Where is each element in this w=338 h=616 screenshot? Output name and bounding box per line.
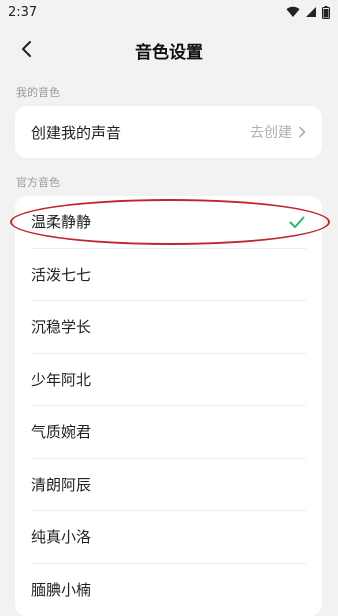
- signal-icon: [305, 6, 317, 18]
- checkmark-icon: [288, 213, 306, 231]
- voice-item[interactable]: 纯真小洛: [31, 511, 306, 564]
- official-voice-list: 温柔静静 活泼七七 沉稳学长 少年阿北 气质婉君 清朗阿辰 纯真小洛 腼腆小楠: [15, 196, 322, 616]
- voice-item[interactable]: 腼腆小楠: [31, 564, 306, 616]
- chevron-right-icon: [298, 126, 306, 138]
- wifi-icon: [286, 6, 300, 18]
- status-time: 2:37: [8, 5, 37, 20]
- page-title: 音色设置: [0, 38, 338, 63]
- voice-item[interactable]: 气质婉君: [31, 406, 306, 459]
- create-voice-label: 创建我的声音: [31, 122, 121, 143]
- voice-item[interactable]: 清朗阿辰: [31, 459, 306, 512]
- battery-icon: [322, 6, 330, 19]
- voice-name: 气质婉君: [31, 421, 91, 442]
- voice-item[interactable]: 温柔静静: [31, 196, 306, 249]
- voice-name: 纯真小洛: [31, 526, 91, 547]
- voice-name: 活泼七七: [31, 264, 91, 285]
- voice-item[interactable]: 沉稳学长: [31, 301, 306, 354]
- status-bar: 2:37: [0, 0, 338, 24]
- section-label-my-voice: 我的音色: [16, 84, 60, 100]
- status-icons: [286, 6, 330, 19]
- voice-name: 清朗阿辰: [31, 474, 91, 495]
- my-voice-card: 创建我的声音 去创建: [15, 106, 322, 158]
- create-voice-row[interactable]: 创建我的声音 去创建: [15, 106, 322, 158]
- voice-item[interactable]: 少年阿北: [31, 354, 306, 407]
- create-voice-action: 去创建: [250, 122, 306, 142]
- voice-name: 沉稳学长: [31, 316, 91, 337]
- create-action-label: 去创建: [250, 122, 292, 142]
- voice-name: 温柔静静: [31, 211, 91, 232]
- voice-name: 少年阿北: [31, 369, 91, 390]
- header: 音色设置: [0, 30, 338, 70]
- voice-name: 腼腆小楠: [31, 579, 91, 600]
- section-label-official: 官方音色: [16, 174, 60, 190]
- voice-item[interactable]: 活泼七七: [31, 249, 306, 302]
